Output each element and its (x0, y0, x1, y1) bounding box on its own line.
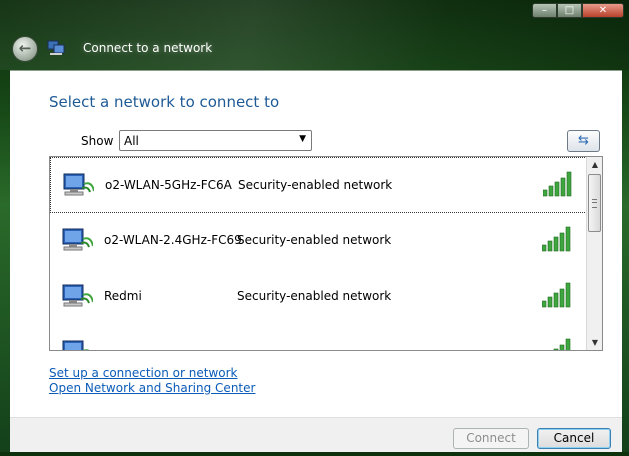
back-button[interactable]: ← (12, 36, 38, 62)
scroll-down-icon[interactable]: ▼ (587, 335, 602, 350)
network-name: o2-WLAN-5GHz-FC6A (105, 178, 232, 192)
dialog-content: Select a network to connect to Show All … (10, 70, 622, 418)
network-item[interactable]: o2-WLAN-5GHz-FC6A Security-enabled netwo… (50, 157, 587, 213)
close-button[interactable]: ✕ (582, 3, 624, 18)
page-heading: Select a network to connect to (49, 93, 280, 111)
show-dropdown-value: All (124, 134, 139, 148)
network-item[interactable]: Redmi Security-enabled network (50, 269, 587, 325)
list-scrollbar[interactable]: ▲ ▼ (586, 157, 602, 350)
network-name: Redmi (104, 289, 142, 303)
wireless-network-icon (62, 228, 93, 251)
show-label: Show (81, 134, 114, 148)
wireless-network-icon (63, 173, 94, 196)
signal-strength-icon (553, 338, 571, 350)
signal-strength-icon (542, 282, 571, 308)
signal-strength-icon (542, 226, 571, 252)
back-arrow-icon: ← (18, 39, 32, 57)
caption-buttons: – □ ✕ (532, 3, 624, 18)
refresh-button[interactable]: ⇆ (567, 130, 600, 152)
dialog-window: – □ ✕ ← Connect to a network Select a ne… (0, 0, 629, 456)
connect-button[interactable]: Connect (453, 428, 529, 449)
refresh-icon: ⇆ (578, 133, 589, 148)
window-title: Connect to a network (83, 41, 213, 55)
dialog-footer: Connect Cancel (10, 417, 622, 456)
wireless-network-icon (62, 284, 93, 307)
sharing-center-link[interactable]: Open Network and Sharing Center (49, 381, 255, 395)
network-list[interactable]: o2-WLAN-5GHz-FC6A Security-enabled netwo… (49, 156, 603, 351)
maximize-button[interactable]: □ (557, 3, 582, 18)
network-item[interactable]: o2-WLAN-2.4GHz-FC69 Security-enabled net… (50, 213, 587, 269)
signal-strength-icon (543, 171, 572, 197)
network-item-partial[interactable] (50, 325, 587, 350)
wireless-network-icon (62, 340, 90, 350)
minimize-button[interactable]: – (532, 3, 557, 18)
window-bottom-edge (0, 452, 629, 456)
network-security-status: Security-enabled network (238, 178, 393, 192)
setup-connection-link[interactable]: Set up a connection or network (49, 366, 237, 380)
scroll-thumb[interactable] (588, 174, 601, 232)
chevron-down-icon: ▼ (299, 134, 306, 144)
show-dropdown[interactable]: All ▼ (119, 130, 312, 151)
network-security-status: Security-enabled network (237, 233, 392, 247)
network-icon (47, 40, 65, 55)
cancel-button[interactable]: Cancel (537, 428, 611, 449)
network-security-status: Security-enabled network (237, 289, 392, 303)
network-name: o2-WLAN-2.4GHz-FC69 (104, 233, 242, 247)
scroll-up-icon[interactable]: ▲ (587, 157, 602, 172)
